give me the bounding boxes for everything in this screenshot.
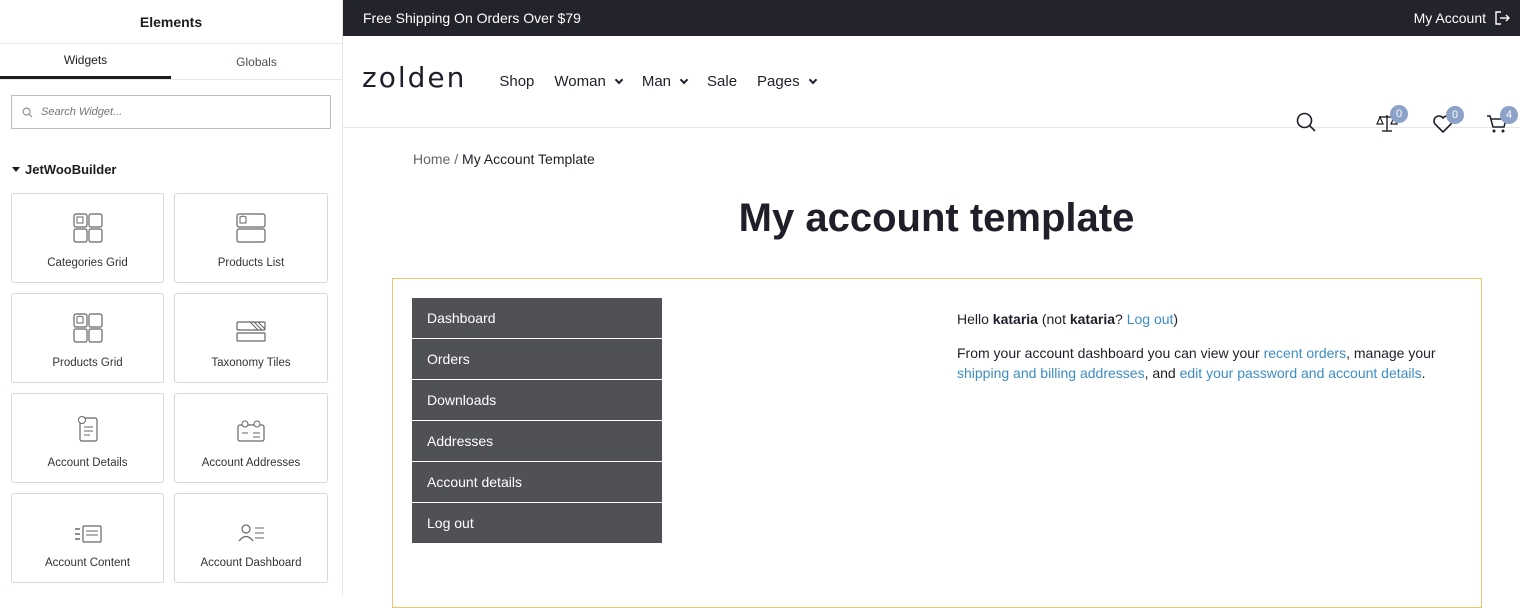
account-section: Dashboard Orders Downloads Addresses Acc… <box>392 278 1482 608</box>
description-text: , and <box>1144 365 1180 381</box>
menu-item-shop[interactable]: Shop <box>499 73 534 90</box>
addresses-link[interactable]: shipping and billing addresses <box>957 365 1145 381</box>
top-bar: Free Shipping On Orders Over $79 My Acco… <box>343 0 1520 36</box>
main-nav: zolden Shop Woman Man Sale Pages 0 0 4 <box>343 36 1520 134</box>
menu-item-pages[interactable]: Pages <box>757 73 817 90</box>
search-input[interactable] <box>41 106 301 118</box>
account-nav: Dashboard Orders Downloads Addresses Acc… <box>412 298 662 544</box>
logout-link[interactable]: Log out <box>1127 311 1174 327</box>
edit-account-link[interactable]: edit your password and account details <box>1180 365 1422 381</box>
cart-badge: 4 <box>1500 106 1518 124</box>
recent-orders-link[interactable]: recent orders <box>1264 345 1346 361</box>
caret-down-icon <box>12 167 20 172</box>
menu-label: Sale <box>707 73 738 90</box>
tab-globals[interactable]: Globals <box>171 44 342 79</box>
account-nav-dashboard[interactable]: Dashboard <box>412 298 662 338</box>
panel-tabs: Widgets Globals <box>0 44 342 80</box>
widget-label: Account Dashboard <box>200 557 302 569</box>
site-preview: Free Shipping On Orders Over $79 My Acco… <box>343 0 1520 608</box>
widget-account-addresses[interactable]: Account Addresses <box>174 393 328 483</box>
greeting-text: ) <box>1173 311 1179 327</box>
logout-icon <box>1495 11 1510 25</box>
grid-icon <box>72 213 103 243</box>
widget-account-content[interactable]: Account Content <box>11 493 164 583</box>
widget-label: Account Addresses <box>201 457 301 469</box>
widget-label: Categories Grid <box>47 257 128 269</box>
username: kataria <box>992 311 1038 327</box>
menu-label: Shop <box>499 73 535 90</box>
tab-widgets[interactable]: Widgets <box>0 44 171 79</box>
widget-search[interactable] <box>11 95 331 129</box>
account-nav-orders[interactable]: Orders <box>412 339 662 379</box>
my-account-label: My Account <box>1413 10 1486 26</box>
elements-panel: Elements Widgets Globals JetWooBuilder C… <box>0 0 343 596</box>
page-title: My account template <box>738 196 1135 240</box>
description-text: . <box>1421 365 1426 381</box>
chevron-down-icon <box>614 75 624 84</box>
widget-account-details[interactable]: Account Details <box>11 393 164 483</box>
my-account-link[interactable]: My Account <box>1414 10 1510 26</box>
menu-label: Pages <box>757 73 800 90</box>
cart-button[interactable]: 4 <box>1486 106 1518 139</box>
breadcrumb: Home / My Account Template <box>413 151 595 167</box>
account-content: Hello kataria (not kataria? Log out) Fro… <box>957 309 1447 397</box>
widget-label: Products List <box>217 257 285 269</box>
compare-button[interactable]: 0 <box>1376 105 1408 138</box>
address-icon <box>237 420 265 442</box>
greeting: Hello kataria (not kataria? Log out) <box>957 309 1447 329</box>
menu-item-sale[interactable]: Sale <box>707 73 737 90</box>
widget-taxonomy-tiles[interactable]: Taxonomy Tiles <box>174 293 328 383</box>
document-icon <box>77 416 98 442</box>
widget-label: Products Grid <box>52 357 123 369</box>
panel-title: Elements <box>0 0 342 44</box>
user-dashboard-icon <box>238 524 264 542</box>
chevron-down-icon <box>679 75 689 84</box>
list-icon <box>236 213 266 243</box>
greeting-text: ? <box>1115 311 1127 327</box>
breadcrumb-current: My Account Template <box>462 151 595 167</box>
wishlist-badge: 0 <box>1446 106 1464 124</box>
chevron-down-icon <box>808 75 817 84</box>
header-icons: 0 0 4 <box>1260 36 1520 134</box>
username: kataria <box>1069 311 1116 327</box>
dashboard-description: From your account dashboard you can view… <box>957 343 1447 383</box>
menu-item-man[interactable]: Man <box>641 73 689 90</box>
menu-label: Man <box>641 73 672 90</box>
account-nav-addresses[interactable]: Addresses <box>412 421 662 461</box>
search-icon <box>22 107 33 117</box>
promo-text: Free Shipping On Orders Over $79 <box>363 10 581 26</box>
site-logo[interactable]: zolden <box>362 61 466 94</box>
breadcrumb-home[interactable]: Home <box>413 151 450 167</box>
widget-label: Account Details <box>47 457 128 469</box>
widget-products-grid[interactable]: Products Grid <box>11 293 164 383</box>
category-header[interactable]: JetWooBuilder <box>0 129 342 177</box>
menu-item-woman[interactable]: Woman <box>554 73 624 90</box>
compare-badge: 0 <box>1390 105 1408 123</box>
grid-icon <box>72 313 103 343</box>
tiles-icon <box>236 321 266 342</box>
category-label: JetWooBuilder <box>25 162 117 177</box>
account-nav-downloads[interactable]: Downloads <box>412 380 662 420</box>
widget-account-dashboard[interactable]: Account Dashboard <box>174 493 328 583</box>
breadcrumb-separator: / <box>454 151 459 167</box>
description-text: From your account dashboard you can view… <box>957 345 1264 361</box>
account-nav-logout[interactable]: Log out <box>412 503 662 543</box>
widget-label: Taxonomy Tiles <box>211 357 291 369</box>
widget-label: Account Content <box>44 557 131 569</box>
greeting-text: (not <box>1037 311 1070 327</box>
content-icon <box>74 525 102 543</box>
widget-grid: Categories Grid Products List Products G… <box>0 177 342 583</box>
search-icon[interactable] <box>1296 112 1316 132</box>
description-text: , manage your <box>1346 345 1436 361</box>
account-nav-account-details[interactable]: Account details <box>412 462 662 502</box>
main-menu: Shop Woman Man Sale Pages <box>499 73 817 90</box>
widget-categories-grid[interactable]: Categories Grid <box>11 193 164 283</box>
menu-label: Woman <box>554 73 606 90</box>
wishlist-button[interactable]: 0 <box>1432 106 1464 139</box>
widget-products-list[interactable]: Products List <box>174 193 328 283</box>
greeting-text: Hello <box>957 311 993 327</box>
